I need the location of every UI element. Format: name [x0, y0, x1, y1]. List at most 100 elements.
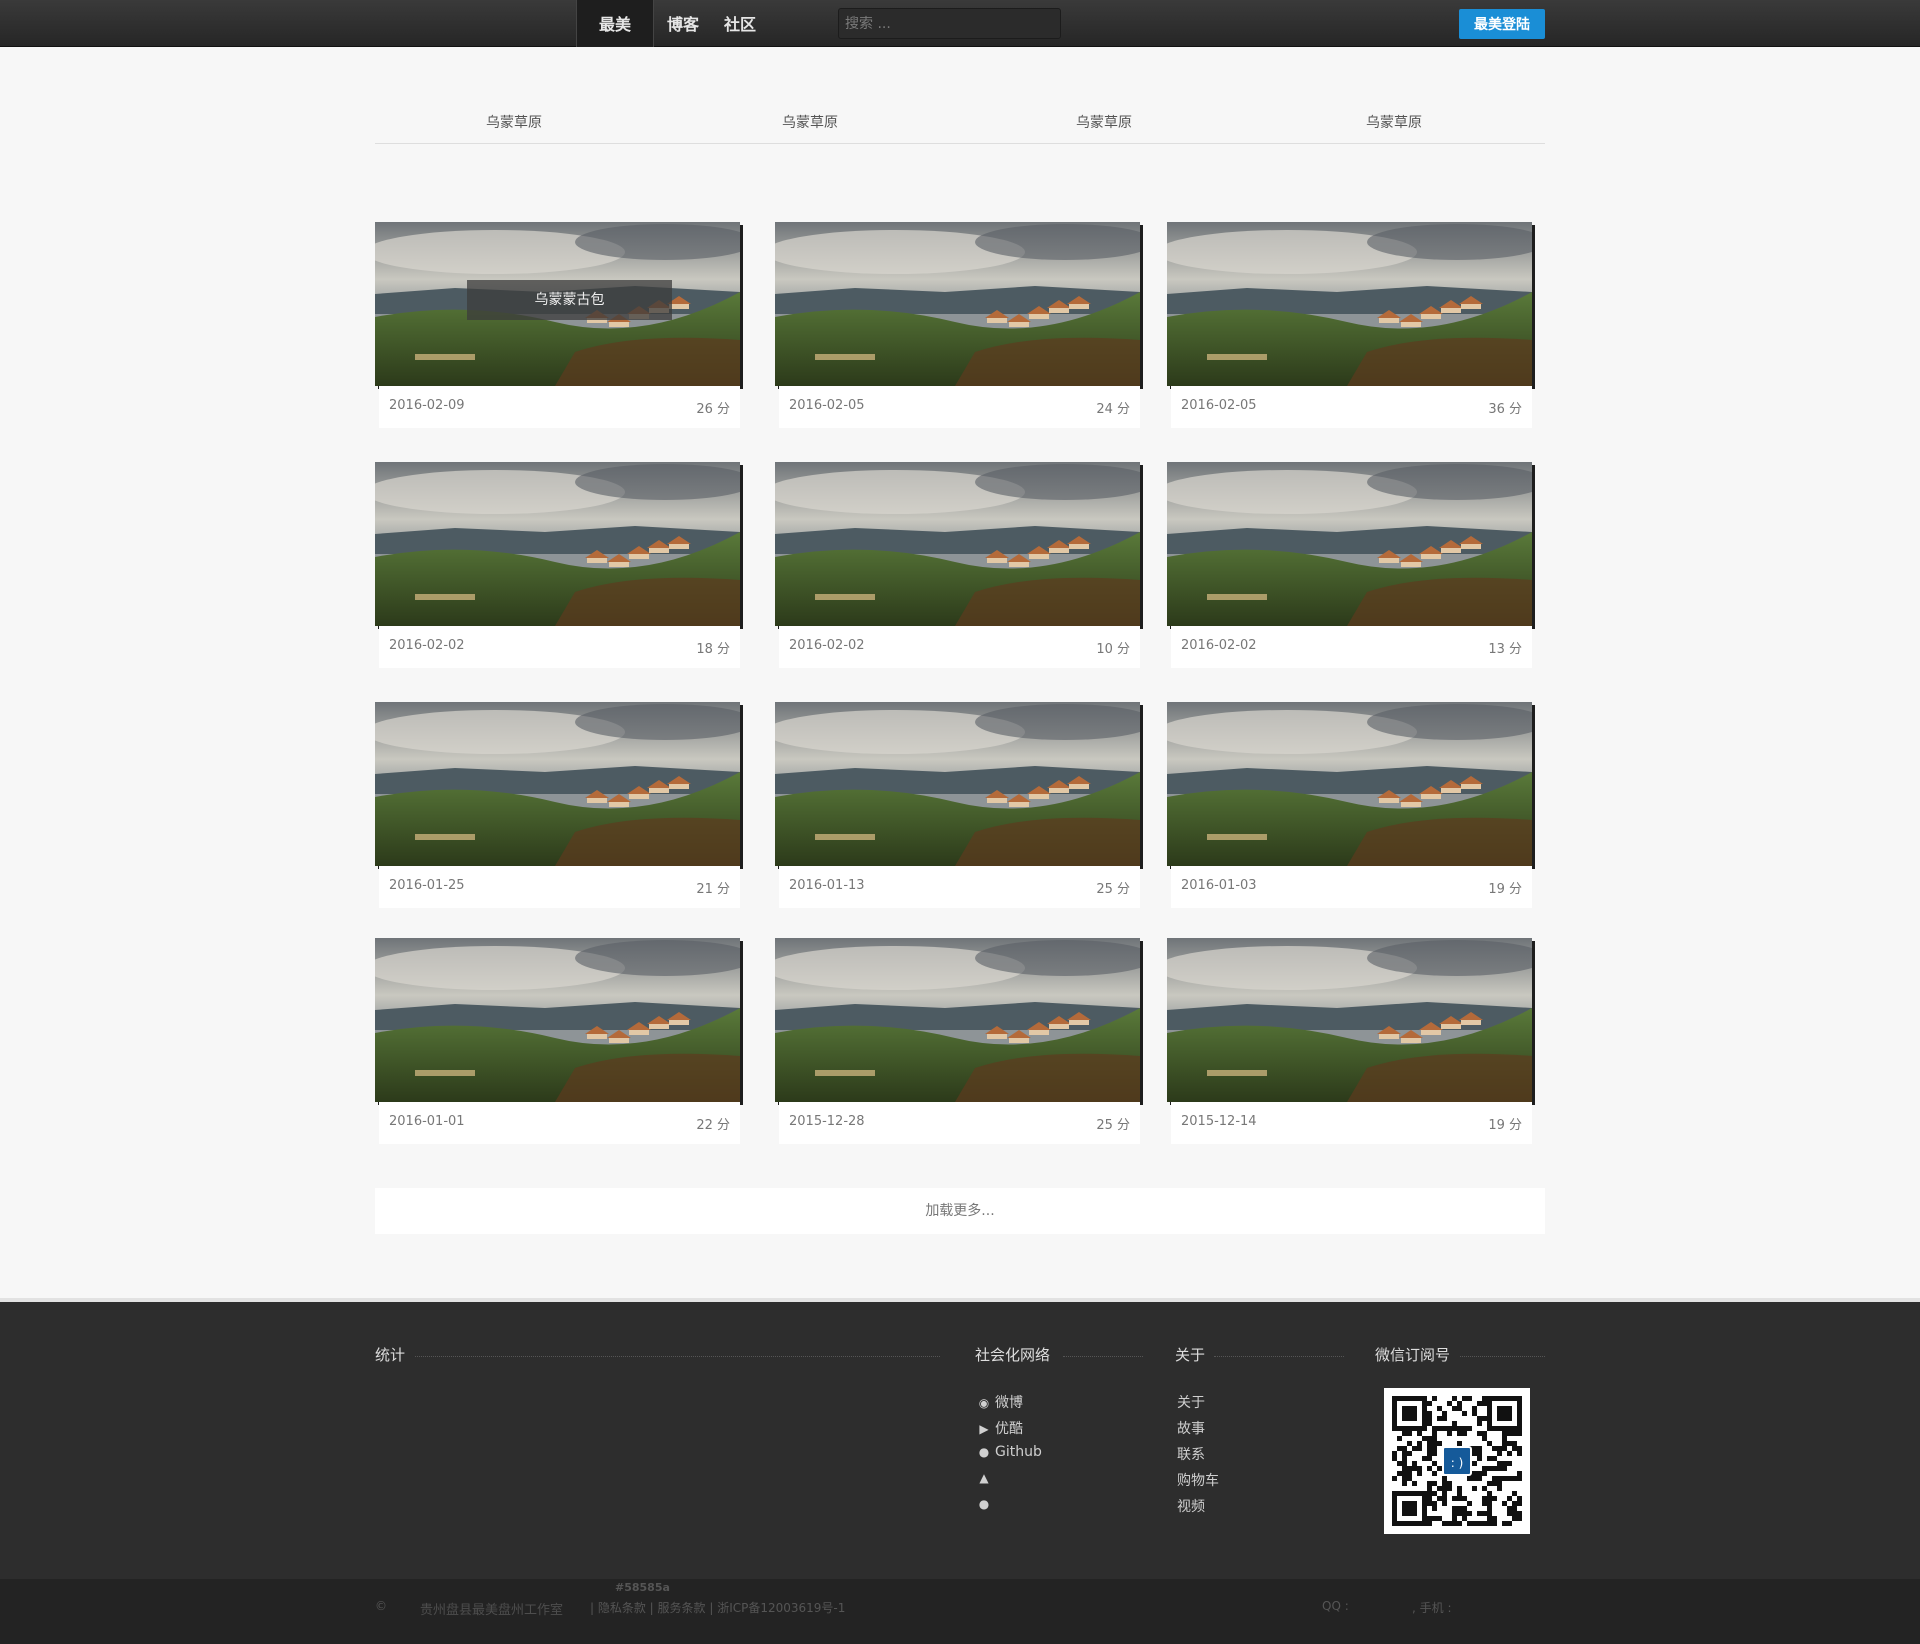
- photo-score: 10 分: [1096, 642, 1130, 657]
- landscape-image: [775, 702, 1140, 866]
- photo-thumbnail[interactable]: [1167, 702, 1532, 866]
- top-nav: 最美 博客 社区 最美登陆: [0, 0, 1920, 47]
- photo-card[interactable]: 乌蒙蒙古包 2016-02-09 26 分: [375, 222, 740, 428]
- photo-thumbnail[interactable]: [775, 462, 1140, 626]
- landscape-image: [375, 462, 740, 626]
- photo-meta: 2015-12-14 19 分: [1171, 1102, 1532, 1144]
- photo-score: 13 分: [1488, 642, 1522, 657]
- photo-card[interactable]: 2016-01-13 25 分: [775, 702, 1140, 908]
- bottom-bar: © 贵州盘县最美盘州工作室 #58585a | 隐私条款 | 服务条款 | 浙I…: [0, 1579, 1920, 1644]
- photo-meta: 2016-01-01 22 分: [379, 1102, 740, 1144]
- photo-title-overlay[interactable]: 乌蒙蒙古包: [467, 280, 672, 320]
- photo-date: 2016-02-05: [789, 398, 865, 413]
- photo-score: 25 分: [1096, 1118, 1130, 1133]
- photo-meta: 2016-02-02 10 分: [779, 626, 1140, 668]
- login-button[interactable]: 最美登陆: [1459, 9, 1545, 39]
- photo-thumbnail[interactable]: [775, 702, 1140, 866]
- qq-link[interactable]: ▲: [977, 1470, 995, 1486]
- youku-icon: ▶: [979, 1422, 989, 1436]
- qq-label: QQ :: [1322, 1599, 1349, 1613]
- youku-link[interactable]: ▶ 优酷: [977, 1418, 1023, 1438]
- story-link[interactable]: 故事: [1177, 1418, 1205, 1438]
- wechat-icon: ●: [978, 1497, 990, 1511]
- landscape-image: [1167, 462, 1532, 626]
- photo-card[interactable]: 2015-12-28 25 分: [775, 938, 1140, 1144]
- photo-score: 25 分: [1096, 882, 1130, 897]
- studio-link[interactable]: 贵州盘县最美盘州工作室: [420, 1599, 563, 1618]
- photo-thumbnail[interactable]: [775, 938, 1140, 1102]
- github-link[interactable]: ● Github: [977, 1444, 1042, 1460]
- photo-score: 19 分: [1488, 882, 1522, 897]
- landscape-image: [775, 462, 1140, 626]
- photo-card[interactable]: 2016-01-03 19 分: [1167, 702, 1532, 908]
- contact-link[interactable]: 联系: [1177, 1444, 1205, 1464]
- divider: [1214, 1356, 1344, 1357]
- photo-date: 2016-01-03: [1181, 878, 1257, 893]
- photo-score: 18 分: [696, 642, 730, 657]
- category-tab[interactable]: 乌蒙草原: [1366, 112, 1422, 132]
- color-note: #58585a: [615, 1581, 670, 1594]
- photo-thumbnail[interactable]: 乌蒙蒙古包: [375, 222, 740, 386]
- photo-card[interactable]: 2016-01-25 21 分: [375, 702, 740, 908]
- photo-date: 2016-02-05: [1181, 398, 1257, 413]
- landscape-image: [375, 702, 740, 866]
- category-tab[interactable]: 乌蒙草原: [782, 112, 838, 132]
- legal-links[interactable]: | 隐私条款 | 服务条款 | 浙ICP备12003619号-1: [590, 1599, 845, 1616]
- photo-thumbnail[interactable]: [375, 462, 740, 626]
- cart-link[interactable]: 购物车: [1177, 1470, 1219, 1490]
- category-tab[interactable]: 乌蒙草原: [1076, 112, 1132, 132]
- load-more-button[interactable]: 加载更多...: [375, 1188, 1545, 1234]
- stats-heading: 统计: [375, 1346, 406, 1364]
- nav-item-community[interactable]: 社区: [724, 0, 756, 47]
- video-link[interactable]: 视频: [1177, 1496, 1205, 1516]
- photo-card[interactable]: 2016-02-05 24 分: [775, 222, 1140, 428]
- photo-thumbnail[interactable]: [1167, 462, 1532, 626]
- photo-card[interactable]: 2015-12-14 19 分: [1167, 938, 1532, 1144]
- photo-score: 24 分: [1096, 402, 1130, 417]
- category-tab[interactable]: 乌蒙草原: [486, 112, 542, 132]
- photo-meta: 2016-02-05 36 分: [1171, 386, 1532, 428]
- wechat-link[interactable]: ●: [977, 1496, 995, 1512]
- photo-date: 2016-02-02: [389, 638, 465, 653]
- photo-score: 21 分: [696, 882, 730, 897]
- photo-card[interactable]: 2016-02-05 36 分: [1167, 222, 1532, 428]
- divider: [1460, 1356, 1545, 1357]
- divider: [415, 1356, 940, 1357]
- photo-card[interactable]: 2016-02-02 13 分: [1167, 462, 1532, 668]
- photo-date: 2016-02-02: [1181, 638, 1257, 653]
- nav-item-blog[interactable]: 博客: [667, 0, 699, 47]
- phone-label: , 手机 :: [1412, 1601, 1452, 1615]
- photo-meta: 2016-02-09 26 分: [379, 386, 740, 428]
- youku-label: 优酷: [995, 1421, 1023, 1437]
- photo-meta: 2016-02-02 13 分: [1171, 626, 1532, 668]
- photo-thumbnail[interactable]: [775, 222, 1140, 386]
- qq-icon: ▲: [979, 1471, 989, 1485]
- photo-meta: 2016-01-25 21 分: [379, 866, 740, 908]
- nav-item-zuimei[interactable]: 最美: [576, 0, 655, 47]
- photo-thumbnail[interactable]: [375, 938, 740, 1102]
- photo-meta: 2016-02-02 18 分: [379, 626, 740, 668]
- about-link[interactable]: 关于: [1177, 1392, 1205, 1412]
- photo-card[interactable]: 2016-02-02 10 分: [775, 462, 1140, 668]
- landscape-image: [1167, 938, 1532, 1102]
- photo-meta: 2015-12-28 25 分: [779, 1102, 1140, 1144]
- about-heading: 关于: [1175, 1346, 1206, 1364]
- photo-thumbnail[interactable]: [1167, 938, 1532, 1102]
- photo-card[interactable]: 2016-02-02 18 分: [375, 462, 740, 668]
- weibo-link[interactable]: ◉ 微博: [977, 1392, 1023, 1412]
- photo-thumbnail[interactable]: [375, 702, 740, 866]
- photo-date: 2015-12-14: [1181, 1114, 1257, 1129]
- landscape-image: [375, 938, 740, 1102]
- wechat-heading: 微信订阅号: [1375, 1346, 1451, 1364]
- search-input[interactable]: [838, 8, 1061, 39]
- divider: [1063, 1356, 1143, 1357]
- photo-thumbnail[interactable]: [1167, 222, 1532, 386]
- photo-score: 19 分: [1488, 1118, 1522, 1133]
- weibo-icon: ◉: [978, 1396, 990, 1410]
- github-label: Github: [995, 1444, 1042, 1460]
- photo-date: 2016-01-01: [389, 1114, 465, 1129]
- wechat-qr-code: : ): [1384, 1388, 1530, 1534]
- landscape-image: [775, 938, 1140, 1102]
- photo-date: 2015-12-28: [789, 1114, 865, 1129]
- photo-card[interactable]: 2016-01-01 22 分: [375, 938, 740, 1144]
